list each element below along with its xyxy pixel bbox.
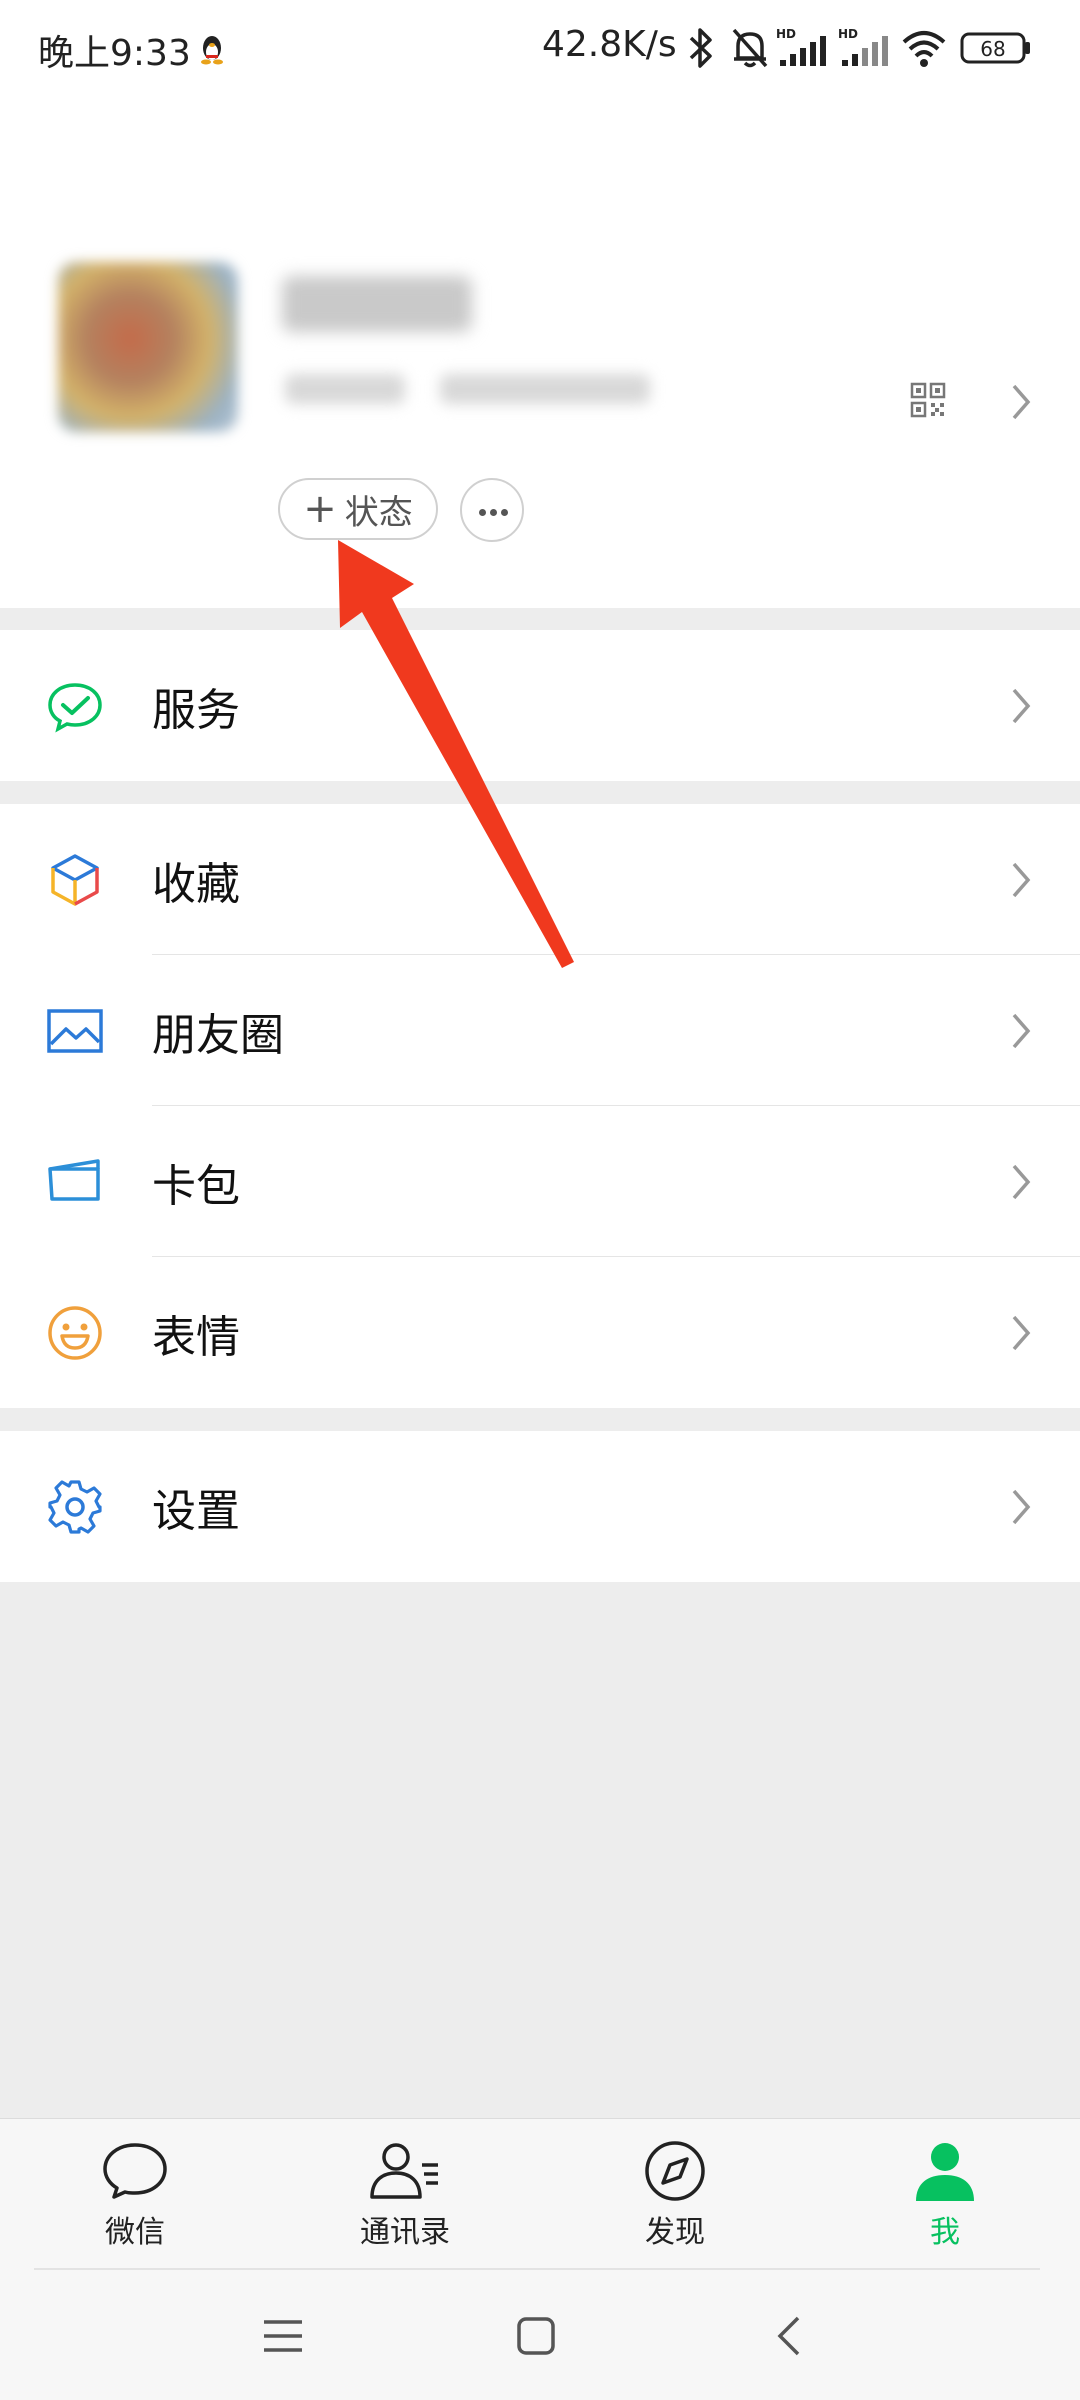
menu-label-stickers: 表情 (152, 1311, 240, 1363)
services-section: 服务 (0, 630, 1080, 781)
tab-me[interactable]: 我 (865, 2139, 1025, 2251)
back-icon[interactable] (774, 2314, 804, 2358)
menu-label-services: 服务 (152, 684, 240, 736)
wifi-icon (902, 31, 946, 67)
tab-label: 我 (930, 2215, 960, 2250)
menu-item-favorites[interactable]: 收藏 (0, 804, 1080, 955)
menu-label-settings: 设置 (152, 1485, 240, 1537)
add-status-button[interactable]: + 状态 (278, 478, 438, 540)
sticker-smiley-icon (48, 1305, 102, 1360)
favorites-cube-icon (51, 853, 99, 906)
chevron-right-icon (1012, 384, 1031, 420)
bluetooth-icon (689, 28, 712, 68)
card-wallet-icon (48, 1158, 100, 1201)
menu-item-services[interactable]: 服务 (0, 630, 1080, 781)
tab-contacts[interactable]: 通讯录 (325, 2139, 485, 2251)
menu-item-cards[interactable]: 卡包 (0, 1106, 1080, 1257)
menu-item-stickers[interactable]: 表情 (0, 1257, 1080, 1408)
battery-level: 68 (980, 37, 1005, 61)
status-bar: 晚上9:33 42.8K/s HD HD 68 (0, 0, 1080, 96)
more-options-button[interactable] (460, 478, 524, 542)
compass-icon (645, 2141, 705, 2201)
tab-label: 发现 (645, 2215, 705, 2250)
battery-icon: 68 (960, 32, 1030, 64)
tab-chats[interactable]: 微信 (55, 2139, 215, 2251)
menu-icon[interactable] (262, 2318, 304, 2354)
plus-icon: + (303, 486, 337, 532)
network-speed: 42.8K/s (542, 24, 677, 65)
avatar[interactable] (58, 262, 238, 432)
bottom-tab-bar: 微信 通讯录 发现 我 (0, 2118, 1080, 2270)
chevron-right-icon (1012, 688, 1031, 723)
services-icon (48, 682, 102, 732)
qr-code-icon[interactable] (910, 382, 946, 418)
chevron-right-icon (1012, 1013, 1031, 1048)
settings-section: 设置 (0, 1431, 1080, 1582)
moments-image-icon (47, 1008, 103, 1053)
menu-item-moments[interactable]: 朋友圈 (0, 955, 1080, 1106)
tab-label: 微信 (105, 2215, 165, 2250)
home-icon[interactable] (516, 2316, 556, 2356)
svg-text:HD: HD (776, 27, 796, 41)
mute-bell-icon (732, 28, 768, 68)
menu-label-favorites: 收藏 (152, 858, 240, 910)
signal-hd-icon: HD (776, 27, 826, 66)
settings-gear-icon (48, 1479, 102, 1534)
chevron-right-icon (1012, 862, 1031, 897)
tab-label: 通讯录 (360, 2215, 450, 2250)
menu-item-settings[interactable]: 设置 (0, 1431, 1080, 1582)
status-time: 晚上9:33 (38, 33, 191, 74)
blurred-nickname (282, 276, 472, 332)
menu-label-cards: 卡包 (152, 1160, 240, 1212)
chevron-right-icon (1012, 1489, 1031, 1524)
blurred-wechat-id (440, 374, 650, 404)
status-button-label: 状态 (344, 492, 413, 533)
chevron-right-icon (1012, 1164, 1031, 1199)
chat-bubble-icon (103, 2143, 167, 2199)
system-navigation-bar (0, 2270, 1080, 2400)
contacts-icon (370, 2143, 438, 2199)
qq-penguin-icon (201, 36, 223, 65)
blurred-wechat-id-label (285, 374, 405, 404)
features-section: 收藏 朋友圈 卡包 表情 (0, 804, 1080, 1408)
tab-discover[interactable]: 发现 (595, 2139, 755, 2251)
profile-header[interactable]: + 状态 (0, 96, 1080, 608)
signal-hd-icon-2: HD (838, 27, 888, 66)
menu-label-moments: 朋友圈 (152, 1009, 284, 1061)
svg-text:HD: HD (838, 27, 858, 41)
chevron-right-icon (1012, 1315, 1031, 1350)
person-icon (916, 2143, 974, 2201)
